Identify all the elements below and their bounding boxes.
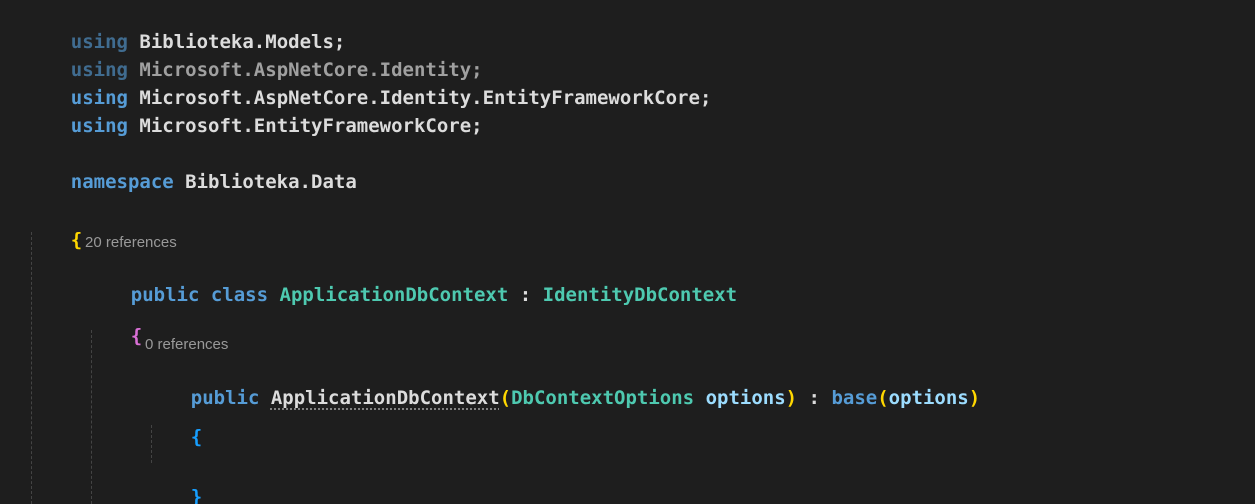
colon: :: [797, 387, 832, 409]
code-line-constructor-close-brace[interactable]: }: [145, 455, 202, 504]
codelens-constructor-references[interactable]: 0 references: [145, 335, 228, 355]
code-line-constructor-open-brace[interactable]: {: [145, 395, 202, 448]
codelens-class-references[interactable]: 20 references: [85, 233, 177, 253]
code-line-using-identity[interactable]: using Microsoft.AspNetCore.Identity;: [25, 28, 483, 81]
keyword-using: using: [70, 115, 128, 137]
open-paren: (: [877, 387, 889, 409]
open-brace: {: [190, 426, 203, 448]
open-brace: {: [70, 229, 83, 251]
base-class-name: IdentityDbContext: [542, 284, 738, 306]
close-brace: }: [190, 486, 203, 504]
argument-name: options: [888, 387, 969, 409]
keyword-base: base: [831, 387, 878, 409]
code-line-namespace-open-brace[interactable]: {: [25, 198, 82, 251]
namespace-name: Biblioteka.Data: [185, 171, 357, 193]
constructor-name: ApplicationDbContext: [270, 387, 500, 409]
close-paren: ): [785, 387, 798, 409]
code-line-constructor[interactable]: public ApplicationDbContext(DbContextOpt…: [145, 356, 980, 409]
close-paren: ): [968, 387, 981, 409]
code-line-using-models[interactable]: using Biblioteka.Models;: [25, 0, 346, 53]
code-line-class-open-brace[interactable]: {: [85, 294, 142, 347]
colon: :: [508, 284, 543, 306]
code-editor[interactable]: using Biblioteka.Models; using Microsoft…: [0, 0, 1255, 504]
keyword-namespace: namespace: [70, 171, 174, 193]
code-line-namespace[interactable]: namespace Biblioteka.Data: [25, 140, 357, 193]
open-brace: {: [130, 325, 143, 347]
code-line-using-efcore[interactable]: using Microsoft.EntityFrameworkCore;: [25, 84, 483, 137]
semicolon: ;: [471, 115, 483, 137]
parameter-name: options: [705, 387, 786, 409]
parameter-type: DbContextOptions: [511, 387, 695, 409]
open-paren: (: [499, 387, 512, 409]
keyword-class: class: [210, 284, 269, 306]
namespace-name: Microsoft.EntityFrameworkCore: [139, 115, 472, 137]
code-line-using-identity-efcore[interactable]: using Microsoft.AspNetCore.Identity.Enti…: [25, 56, 712, 109]
class-name: ApplicationDbContext: [279, 284, 509, 306]
semicolon: ;: [699, 87, 712, 109]
code-line-class-declaration[interactable]: public class ApplicationDbContext : Iden…: [85, 253, 737, 306]
